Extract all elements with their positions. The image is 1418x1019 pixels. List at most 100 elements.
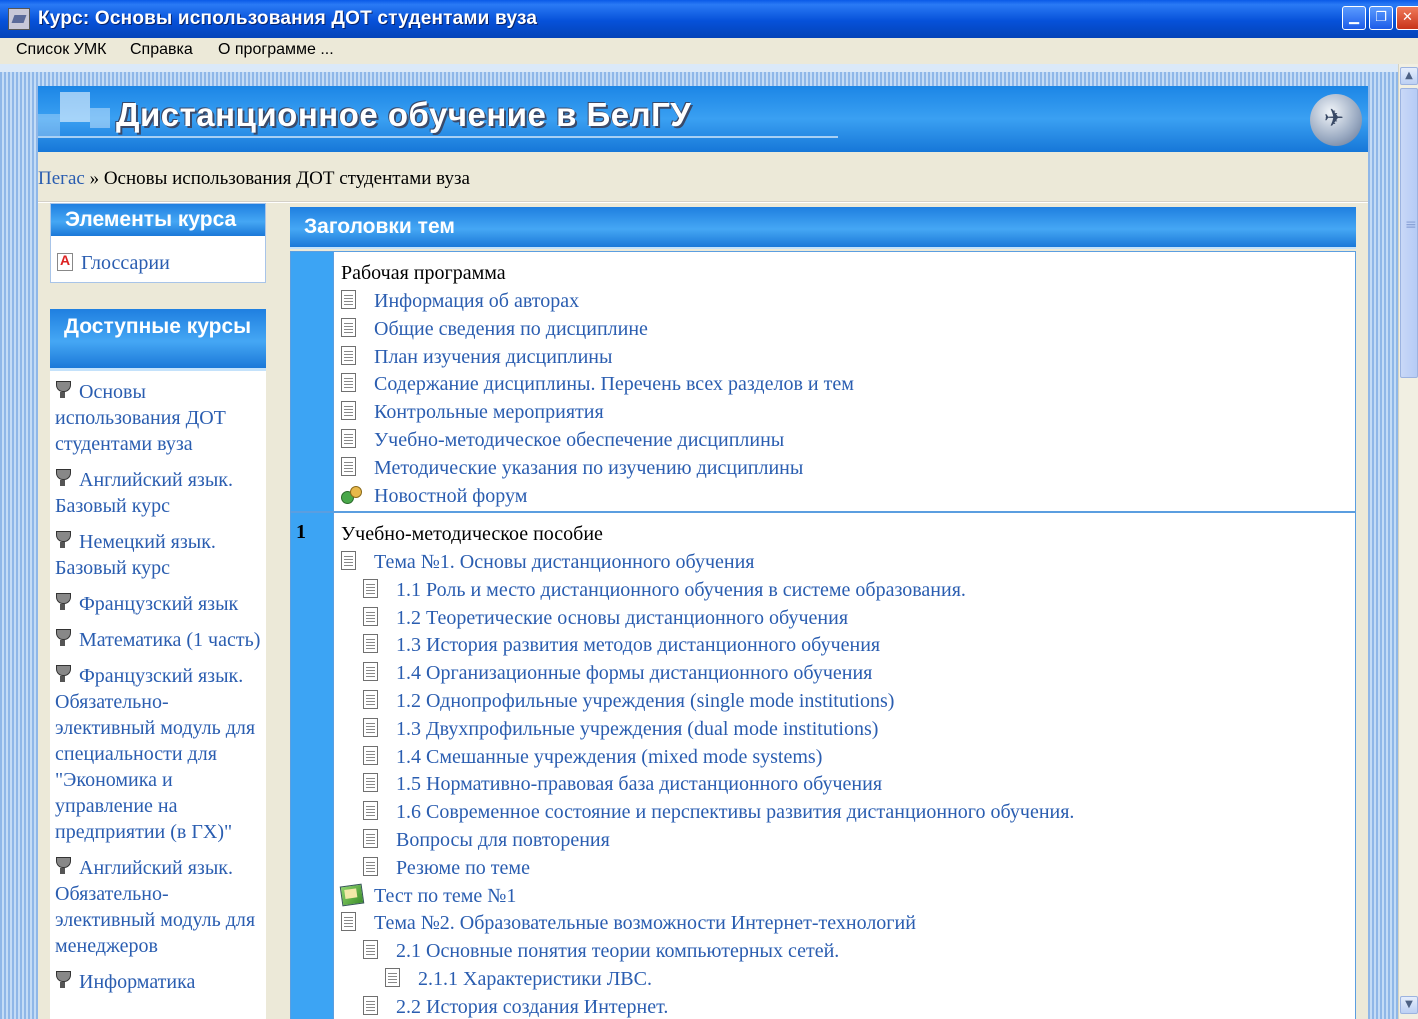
available-courses-block: Доступные курсы Основы использования ДОТ…	[50, 309, 266, 1019]
resource-label: Содержание дисциплины. Перечень всех раз…	[374, 373, 854, 396]
course-cup-icon	[55, 531, 71, 549]
breadcrumb: Пегас » Основы использования ДОТ студент…	[38, 168, 470, 190]
app-icon	[8, 8, 30, 30]
resource-label: 2.1.1 Характеристики ЛВС.	[418, 967, 652, 990]
course-link[interactable]: Английский язык. Базовый курс	[55, 467, 267, 519]
banner-decor	[60, 92, 90, 122]
resource-link[interactable]: Резюме по теме	[341, 855, 1341, 883]
scroll-up-button[interactable]: ▲	[1400, 67, 1418, 85]
resource-link[interactable]: Вопросы для повторения	[341, 827, 1341, 855]
course-link[interactable]: Информатика	[55, 969, 267, 995]
breadcrumb-home-link[interactable]: Пегас	[38, 168, 85, 189]
course-label: Английский язык. Обязательно-элективный …	[55, 857, 256, 957]
window-title: Курс: Основы использования ДОТ студентам…	[38, 8, 538, 29]
resource-link[interactable]: 1.5 Нормативно-правовая база дистанционн…	[341, 771, 1341, 799]
banner-title: Дистанционное обучение в БелГУ	[116, 96, 692, 133]
glossary-link[interactable]: Глоссарии	[57, 252, 170, 275]
resource-link[interactable]: 1.3 История развития методов дистанционн…	[341, 632, 1341, 660]
vertical-scrollbar[interactable]: ▲ ▼	[1398, 64, 1418, 1019]
resource-link[interactable]: 1.3 Двухпрофильные учреждения (dual mode…	[341, 716, 1341, 744]
resource-label: План изучения дисциплины	[374, 345, 613, 368]
main-content: Заголовки тем Рабочая программа Информац…	[288, 203, 1368, 1019]
document-icon	[363, 634, 378, 654]
menu-bar: Список УМК Справка О программе ...	[0, 38, 1418, 64]
course-link[interactable]: Основы использования ДОТ студентами вуза	[55, 379, 267, 457]
course-cup-icon	[55, 629, 71, 647]
course-cup-icon	[55, 857, 71, 875]
section-title: Рабочая программа	[341, 262, 506, 284]
resource-link[interactable]: Контрольные мероприятия	[341, 399, 1341, 427]
resource-label: 1.4 Смешанные учреждения (mixed mode sys…	[396, 745, 823, 768]
resource-label: 1.3 История развития методов дистанционн…	[396, 634, 881, 657]
resource-link[interactable]: 1.2 Теоретические основы дистанционного …	[341, 605, 1341, 633]
scroll-thumb[interactable]	[1400, 88, 1418, 378]
section-items: Учебно-методическое пособие Тема №1. Осн…	[339, 521, 1341, 1019]
document-icon	[363, 578, 378, 598]
restore-button[interactable]: ❐	[1369, 6, 1393, 30]
course-link[interactable]: Математика (1 часть)	[55, 627, 267, 653]
course-link[interactable]: Английский язык. Обязательно-элективный …	[55, 855, 267, 959]
document-icon	[363, 801, 378, 821]
course-link[interactable]: Немецкий язык. Базовый курс	[55, 529, 267, 581]
glossary-icon	[57, 252, 73, 271]
forum-link[interactable]: Новостной форум	[341, 483, 1341, 511]
resource-label: 2.2 История создания Интернет.	[396, 995, 669, 1018]
menu-about[interactable]: О программе ...	[218, 41, 334, 59]
resource-link[interactable]: 1.4 Смешанные учреждения (mixed mode sys…	[341, 744, 1341, 772]
resource-link[interactable]: 2.2 История создания Интернет.	[341, 994, 1341, 1019]
resource-link[interactable]: 2.1.1 Характеристики ЛВС.	[341, 966, 1341, 994]
resource-label: Информация об авторах	[374, 290, 580, 312]
document-icon	[363, 662, 378, 682]
breadcrumb-current: Основы использования ДОТ студентами вуза	[103, 168, 470, 189]
resource-link[interactable]: Содержание дисциплины. Перечень всех раз…	[341, 371, 1341, 399]
scroll-down-button[interactable]: ▼	[1400, 996, 1418, 1014]
resource-link[interactable]: 1.2 Однопрофильные учреждения (single mo…	[341, 688, 1341, 716]
resource-label: 1.5 Нормативно-правовая база дистанционн…	[396, 773, 883, 796]
topic-section-1: 1 Учебно-методическое пособие Тема №1. О…	[290, 512, 1356, 1019]
course-cup-icon	[55, 593, 71, 611]
course-label: Основы использования ДОТ студентами вуза	[55, 381, 226, 455]
course-cup-icon	[55, 971, 71, 989]
section-title: Учебно-методическое пособие	[341, 523, 603, 545]
resource-label: Общие сведения по дисциплине	[374, 317, 648, 340]
document-icon	[341, 290, 356, 309]
resource-link[interactable]: 1.4 Организационные формы дистанционного…	[341, 660, 1341, 688]
available-courses-title: Доступные курсы	[50, 309, 266, 371]
resource-label: 1.3 Двухпрофильные учреждения (dual mode…	[396, 717, 879, 740]
resource-label: Вопросы для повторения	[396, 828, 610, 851]
course-label: Математика (1 часть)	[79, 629, 261, 651]
document-icon	[363, 745, 378, 765]
university-logo-icon	[1310, 94, 1362, 146]
resource-link[interactable]: Общие сведения по дисциплине	[341, 316, 1341, 344]
document-icon	[341, 373, 356, 393]
quiz-link[interactable]: Тест по теме №1	[339, 883, 1341, 911]
resource-link[interactable]: Учебно-методическое обеспечение дисципли…	[341, 427, 1341, 455]
resource-link[interactable]: План изучения дисциплины	[341, 344, 1341, 372]
document-icon	[341, 551, 356, 570]
glossary-label: Глоссарии	[81, 252, 170, 274]
resource-link[interactable]: Тема №1. Основы дистанционного обучения	[341, 549, 1341, 577]
resource-label: Тема №1. Основы дистанционного обучения	[374, 551, 755, 573]
resource-link[interactable]: Тема №2. Образовательные возможности Инт…	[341, 910, 1341, 938]
resource-link[interactable]: Методические указания по изучению дисцип…	[341, 455, 1341, 483]
resource-link[interactable]: Информация об авторах	[341, 288, 1341, 316]
minimize-button[interactable]: ▁	[1342, 6, 1366, 30]
menu-help[interactable]: Справка	[130, 41, 193, 59]
menu-umk-list[interactable]: Список УМК	[16, 41, 107, 59]
window-title-bar: Курс: Основы использования ДОТ студентам…	[0, 0, 1418, 38]
document-icon	[385, 967, 400, 987]
document-icon	[341, 912, 356, 932]
resource-link[interactable]: 2.1 Основные понятия теории компьютерных…	[341, 938, 1341, 966]
topic-section-0: Рабочая программа Информация об авторах …	[290, 251, 1356, 512]
course-link[interactable]: Французский язык	[55, 591, 267, 617]
course-label: Информатика	[79, 971, 196, 993]
course-elements-title: Элементы курса	[51, 204, 265, 239]
document-icon	[363, 828, 378, 848]
resource-link[interactable]: 1.1 Роль и место дистанционного обучения…	[341, 577, 1341, 605]
resource-label: 1.2 Однопрофильные учреждения (single mo…	[396, 689, 895, 712]
course-link[interactable]: Французский язык. Обязательно-элективный…	[55, 663, 267, 845]
resource-link[interactable]: 1.6 Современное состояние и перспективы …	[341, 799, 1341, 827]
resource-label: Тест по теме №1	[374, 884, 517, 907]
viewport-frame	[0, 64, 1398, 72]
close-button[interactable]: ✕	[1396, 6, 1418, 30]
